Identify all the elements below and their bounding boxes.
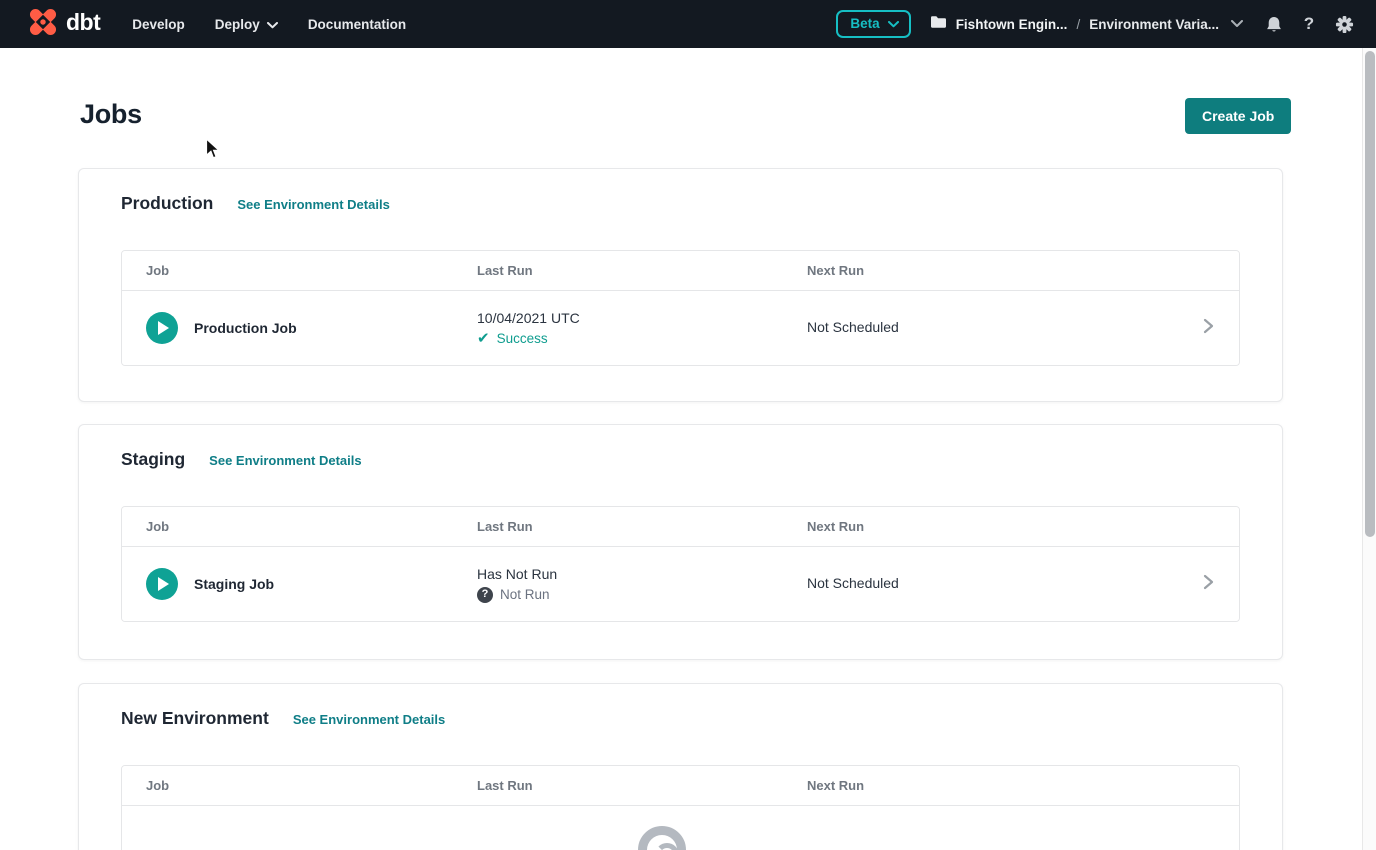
job-name: Production Job [194,320,297,336]
question-circle-icon: ? [477,587,493,603]
dbt-logo-icon [26,5,60,44]
check-icon: ✔ [477,331,490,346]
last-run-status: Success [497,331,548,346]
nav-item-develop-label: Develop [132,17,185,32]
app-window: dbt Develop Deploy Documentation B [0,0,1376,850]
environment-card-production: Production See Environment Details Job L… [78,168,1283,402]
environment-card-new-environment: New Environment See Environment Details … [78,683,1283,850]
jobs-table: Job Last Run Next Run [121,765,1240,850]
jobs-table: Job Last Run Next Run Staging Job Has No… [121,506,1240,622]
column-header-next-run: Next Run [807,778,1239,793]
environment-name: Production [121,193,213,214]
chevron-down-icon [267,17,278,32]
column-header-job: Job [122,778,477,793]
nav-item-develop[interactable]: Develop [132,17,185,32]
table-header: Job Last Run Next Run [122,251,1239,291]
beta-label: Beta [850,16,879,31]
chevron-right-icon[interactable] [1199,316,1217,341]
environment-card-staging: Staging See Environment Details Job Last… [78,424,1283,660]
see-environment-details-link[interactable]: See Environment Details [237,197,389,212]
environment-name: New Environment [121,708,269,729]
top-navbar: dbt Develop Deploy Documentation B [0,0,1376,48]
vertical-scrollbar [1362,48,1376,850]
account-project-selector[interactable]: Fishtown Engin... / Environment Varia... [930,15,1243,34]
chevron-down-icon [1231,15,1243,33]
nav-item-documentation-label: Documentation [308,17,406,32]
notifications-bell-icon[interactable] [1264,14,1284,34]
breadcrumb-account: Fishtown Engin... [956,17,1068,32]
column-header-last-run: Last Run [477,778,807,793]
column-header-job: Job [122,519,477,534]
create-job-button[interactable]: Create Job [1185,98,1291,134]
last-run-date: 10/04/2021 UTC [477,310,807,326]
see-environment-details-link[interactable]: See Environment Details [209,453,361,468]
beta-dropdown[interactable]: Beta [836,10,910,38]
environment-name: Staging [121,449,185,470]
scrollbar-thumb[interactable] [1365,51,1375,537]
column-header-last-run: Last Run [477,263,807,278]
dbt-logo[interactable]: dbt [26,5,100,44]
jobs-table: Job Last Run Next Run Production Job 10/… [121,250,1240,366]
column-header-next-run: Next Run [807,263,1239,278]
column-header-job: Job [122,263,477,278]
dbt-logo-text: dbt [66,11,100,37]
job-row-production-job[interactable]: Production Job 10/04/2021 UTC ✔ Success … [122,291,1239,365]
job-row-staging-job[interactable]: Staging Job Has Not Run ? Not Run Not Sc… [122,547,1239,621]
chevron-right-icon[interactable] [1199,572,1217,597]
play-icon [158,577,169,591]
help-icon[interactable]: ? [1299,14,1319,34]
table-header: Job Last Run Next Run [122,507,1239,547]
empty-state-icon [638,826,686,850]
last-run-status: Not Run [500,587,550,602]
run-job-play-button[interactable] [146,568,178,600]
nav-item-deploy[interactable]: Deploy [215,17,278,32]
empty-jobs-area [122,806,1239,850]
next-run-value: Not Scheduled [807,319,899,335]
column-header-last-run: Last Run [477,519,807,534]
page-title: Jobs [80,99,142,130]
column-header-next-run: Next Run [807,519,1239,534]
run-job-play-button[interactable] [146,312,178,344]
folder-icon [930,15,947,34]
chevron-down-icon [888,16,899,31]
breadcrumb-project: Environment Varia... [1089,17,1219,32]
nav-item-deploy-label: Deploy [215,17,260,32]
see-environment-details-link[interactable]: See Environment Details [293,712,445,727]
play-icon [158,321,169,335]
breadcrumb-separator: / [1076,17,1080,32]
job-name: Staging Job [194,576,274,592]
gear-icon[interactable] [1334,14,1354,34]
next-run-value: Not Scheduled [807,575,899,591]
nav-item-documentation[interactable]: Documentation [308,17,406,32]
last-run-date: Has Not Run [477,566,807,582]
table-header: Job Last Run Next Run [122,766,1239,806]
mouse-cursor [205,138,221,165]
